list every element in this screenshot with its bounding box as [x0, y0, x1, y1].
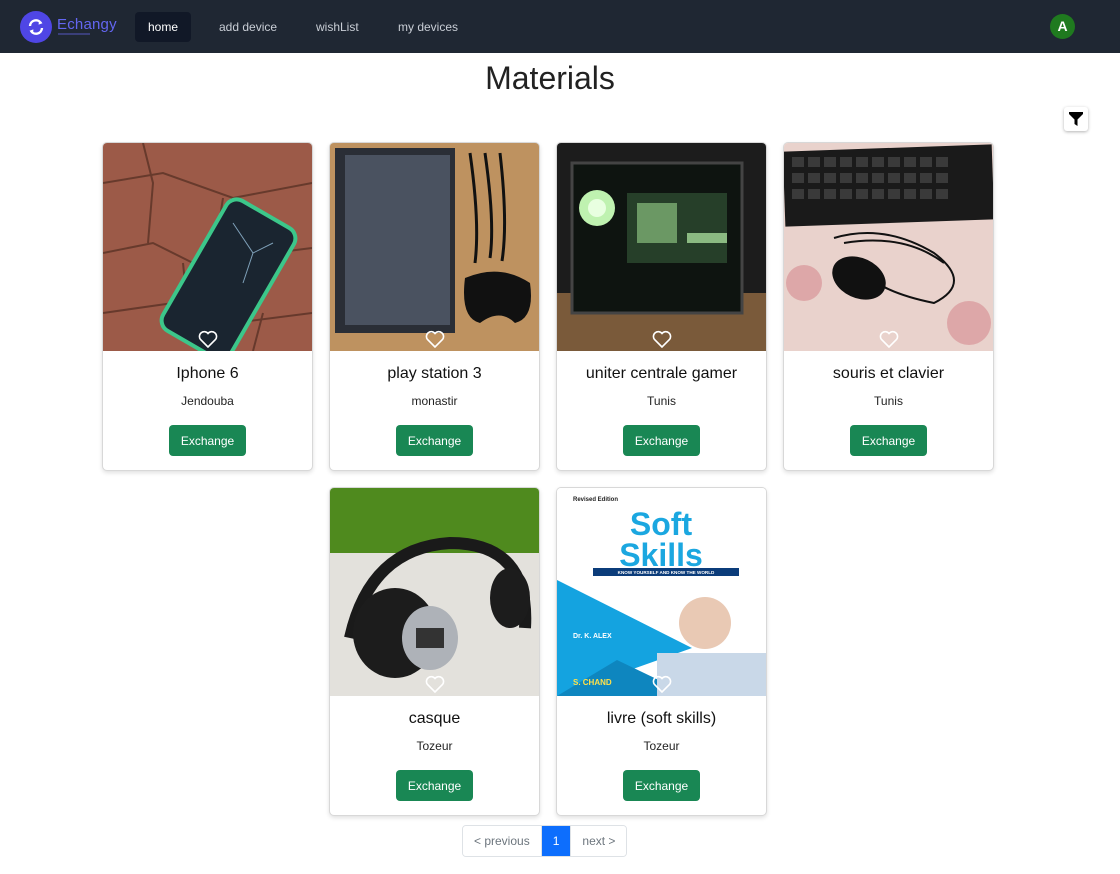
- exchange-logo-icon: [20, 11, 52, 43]
- book-publisher: S. CHAND: [573, 678, 612, 687]
- heart-icon[interactable]: [425, 330, 445, 348]
- device-image-headphones[interactable]: [330, 488, 539, 696]
- book-edition: Revised Edition: [573, 497, 618, 503]
- device-card: Iphone 6 Jendouba Exchange: [102, 142, 313, 471]
- exchange-button[interactable]: Exchange: [623, 770, 700, 801]
- nav-wishlist[interactable]: wishList: [303, 12, 372, 42]
- heart-icon[interactable]: [198, 330, 218, 348]
- top-navbar: Echangy home add device wishList my devi…: [0, 0, 1120, 53]
- device-city: Tozeur: [643, 739, 680, 753]
- device-card: Revised Edition Soft Skills KNOW YOURSEL…: [556, 487, 767, 816]
- brand[interactable]: Echangy: [20, 11, 117, 43]
- device-city: Tunis: [647, 394, 676, 408]
- exchange-button[interactable]: Exchange: [396, 770, 473, 801]
- user-avatar[interactable]: A: [1050, 14, 1075, 39]
- device-image-book-cover[interactable]: Revised Edition Soft Skills KNOW YOURSEL…: [557, 488, 766, 696]
- exchange-button[interactable]: Exchange: [169, 425, 246, 456]
- pagination-next[interactable]: next >: [570, 826, 627, 856]
- nav-add-device[interactable]: add device: [206, 12, 290, 42]
- device-image-console[interactable]: [330, 143, 539, 351]
- device-card: souris et clavier Tunis Exchange: [783, 142, 994, 471]
- exchange-button[interactable]: Exchange: [396, 425, 473, 456]
- pagination-page-1[interactable]: 1: [540, 826, 571, 856]
- book-title-line2: Skills: [619, 537, 703, 573]
- device-title: play station 3: [387, 365, 482, 382]
- brand-underline: [58, 33, 90, 35]
- heart-icon[interactable]: [652, 330, 672, 348]
- page-title: Materials: [485, 60, 615, 96]
- device-title: casque: [408, 710, 461, 727]
- brand-name: Echangy: [57, 15, 117, 33]
- device-title: souris et clavier: [832, 365, 945, 382]
- device-title: Iphone 6: [176, 365, 239, 382]
- exchange-button[interactable]: Exchange: [850, 425, 927, 456]
- device-image-phone[interactable]: [103, 143, 312, 351]
- heart-icon[interactable]: [879, 330, 899, 348]
- book-author: Dr. K. ALEX: [573, 633, 612, 640]
- device-card: uniter centrale gamer Tunis Exchange: [556, 142, 767, 471]
- filter-button[interactable]: [1064, 107, 1088, 131]
- heart-icon[interactable]: [652, 675, 672, 693]
- nav-my-devices[interactable]: my devices: [385, 12, 471, 42]
- pagination: < previous 1 next >: [462, 825, 628, 857]
- device-city: Tozeur: [416, 739, 453, 753]
- exchange-button[interactable]: Exchange: [623, 425, 700, 456]
- device-card: play station 3 monastir Exchange: [329, 142, 540, 471]
- pagination-previous[interactable]: < previous: [463, 826, 541, 856]
- device-card: casque Tozeur Exchange: [329, 487, 540, 816]
- heart-icon[interactable]: [425, 675, 445, 693]
- device-city: Jendouba: [181, 394, 234, 408]
- nav-home[interactable]: home: [135, 12, 192, 42]
- device-image-pc-tower[interactable]: [557, 143, 766, 351]
- device-city: monastir: [411, 394, 458, 408]
- device-image-mouse-keyboard[interactable]: [784, 143, 993, 351]
- device-title: uniter centrale gamer: [585, 365, 738, 382]
- filter-icon: [1069, 112, 1083, 126]
- device-title: livre (soft skills): [606, 710, 717, 727]
- book-tagline: KNOW YOURSELF AND KNOW THE WORLD: [618, 570, 715, 575]
- device-city: Tunis: [874, 394, 903, 408]
